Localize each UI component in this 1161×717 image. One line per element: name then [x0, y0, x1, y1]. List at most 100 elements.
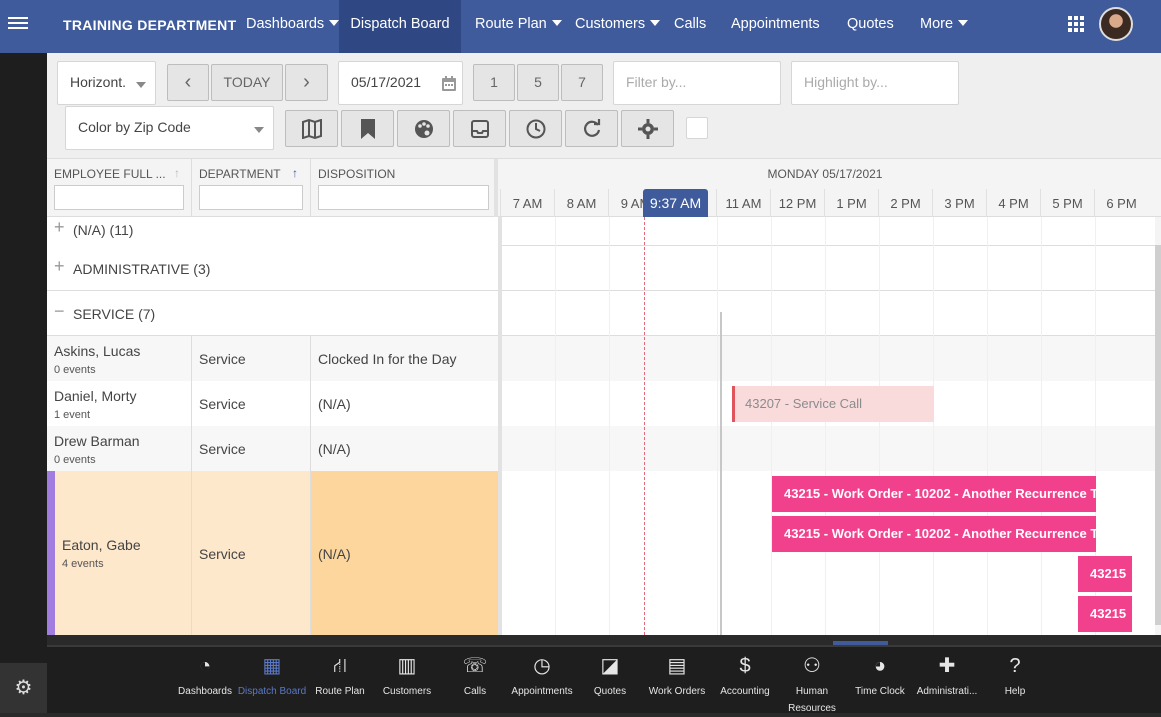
- employee-row[interactable]: Daniel, Morty 1 event Service (N/A): [47, 381, 498, 426]
- palette-button[interactable]: [397, 110, 450, 147]
- column-disposition-label: DISPOSITION: [318, 167, 396, 181]
- column-disposition[interactable]: DISPOSITION: [311, 159, 498, 218]
- bottom-nav-dashboards[interactable]: ◔ Dashboards: [170, 647, 240, 715]
- settings-button[interactable]: [621, 110, 674, 147]
- bottom-nav-human-resources[interactable]: ⚇ Human Resources: [777, 647, 847, 715]
- highlight-placeholder: Highlight by...: [804, 74, 888, 90]
- chevron-down-icon: [958, 20, 969, 26]
- bottom-nav-label: Accounting: [720, 686, 770, 697]
- timeline-pane: 43207 - Service Call 43215 - Work Order …: [502, 217, 1161, 635]
- department-filter-input[interactable]: [199, 185, 303, 210]
- employee-name: Drew Barman: [54, 433, 140, 449]
- nav-route-plan[interactable]: Route Plan: [475, 0, 562, 53]
- hour-label: 5 PM: [1040, 189, 1094, 218]
- 5-day-button[interactable]: 5: [517, 64, 559, 101]
- column-employee-label: EMPLOYEE FULL ...: [54, 167, 166, 181]
- bottom-nav-administration[interactable]: ✚ Administrati...: [912, 647, 982, 715]
- employee-row[interactable]: Askins, Lucas 0 events Service Clocked I…: [47, 336, 498, 381]
- department-value: Service: [199, 546, 246, 562]
- bottom-nav-quotes[interactable]: ◪ Quotes: [575, 647, 645, 715]
- filter-input[interactable]: Filter by...: [613, 61, 781, 105]
- 1-day-button[interactable]: 1: [473, 64, 515, 101]
- department-cell: Service: [192, 381, 311, 426]
- prev-day-button[interactable]: ‹: [167, 64, 209, 101]
- hour-label: 3 PM: [932, 189, 986, 218]
- bottom-nav-label: Administrati...: [916, 686, 978, 697]
- sort-arrow-icon[interactable]: ↑: [292, 166, 298, 180]
- employee-filter-input[interactable]: [54, 185, 184, 210]
- refresh-button[interactable]: [565, 110, 618, 147]
- user-avatar[interactable]: [1099, 7, 1133, 41]
- hour-gridline: [555, 217, 556, 635]
- disposition-cell: Clocked In for the Day: [311, 336, 498, 381]
- color-by-select[interactable]: Color by Zip Code: [65, 106, 274, 150]
- dispatch-grid: + (N/A) (11) + ADMINISTRATIVE (3) − SERV…: [47, 217, 1161, 635]
- brand-title[interactable]: TRAINING DEPARTMENT: [63, 17, 236, 33]
- disposition-value: (N/A): [318, 441, 351, 457]
- group-label: ADMINISTRATIVE (3): [73, 261, 211, 277]
- expand-icon[interactable]: +: [54, 217, 65, 238]
- bottom-nav-label: Route Plan: [315, 686, 365, 697]
- highlight-input[interactable]: Highlight by...: [791, 61, 959, 105]
- nav-quotes-label: Quotes: [847, 16, 894, 32]
- nav-dashboards[interactable]: Dashboards: [246, 0, 340, 53]
- nav-quotes[interactable]: Quotes: [847, 0, 894, 53]
- history-button[interactable]: [509, 110, 562, 147]
- employee-row-highlighted[interactable]: Eaton, Gabe 4 events Service (N/A): [47, 471, 498, 635]
- group-row-administrative[interactable]: + ADMINISTRATIVE (3): [47, 246, 498, 291]
- vertical-scrollbar[interactable]: [1155, 217, 1161, 635]
- inbox-button[interactable]: [453, 110, 506, 147]
- hour-gridline: [825, 217, 826, 635]
- layout-select[interactable]: Horizont.: [57, 61, 156, 105]
- work-order-event[interactable]: 43215 - Work Order - 10202 - Another Rec…: [772, 516, 1096, 552]
- calendar-icon[interactable]: [442, 76, 456, 91]
- column-department[interactable]: DEPARTMENT ↑: [192, 159, 311, 218]
- nav-dispatch-board[interactable]: Dispatch Board: [339, 0, 461, 53]
- apps-grid-icon[interactable]: [1068, 16, 1084, 32]
- settings-gear-icon[interactable]: ⚙: [0, 663, 47, 713]
- nav-more[interactable]: More: [920, 0, 969, 53]
- expand-icon[interactable]: +: [54, 256, 65, 277]
- date-picker[interactable]: 05/17/2021: [338, 61, 463, 105]
- toolbar: Horizont. ‹ TODAY › 05/17/2021 1 5 7 Fil…: [47, 53, 1161, 158]
- bottom-nav-customers[interactable]: ▥ Customers: [372, 647, 442, 715]
- hamburger-menu-icon[interactable]: [8, 14, 28, 34]
- bottom-nav-appointments[interactable]: ◷ Appointments: [507, 647, 577, 715]
- service-call-event[interactable]: 43207 - Service Call: [732, 386, 934, 422]
- employee-cell: Drew Barman 0 events: [47, 426, 192, 471]
- bottom-nav-time-clock[interactable]: ◕ Time Clock: [845, 647, 915, 715]
- timeline-row: [502, 291, 1161, 336]
- chevron-down-icon: [329, 20, 340, 26]
- group-row-service[interactable]: − SERVICE (7): [47, 291, 498, 336]
- scrollbar-thumb[interactable]: [1155, 245, 1161, 625]
- bottom-nav-accounting[interactable]: $ Accounting: [710, 647, 780, 715]
- map-button[interactable]: [285, 110, 338, 147]
- today-button[interactable]: TODAY: [211, 64, 283, 101]
- disposition-filter-input[interactable]: [318, 185, 489, 210]
- work-order-event[interactable]: 43215: [1078, 596, 1132, 632]
- next-day-button[interactable]: ›: [285, 64, 328, 101]
- bottom-nav-help[interactable]: ? Help: [980, 647, 1050, 715]
- 7-day-button[interactable]: 7: [561, 64, 603, 101]
- bottom-nav-route-plan[interactable]: ⛙ Route Plan: [305, 647, 375, 715]
- employee-row[interactable]: Drew Barman 0 events Service (N/A): [47, 426, 498, 471]
- hour-gridline: [717, 217, 718, 635]
- bottom-nav-calls[interactable]: ☏ Calls: [440, 647, 510, 715]
- layout-select-value: Horizont.: [70, 74, 127, 90]
- bottom-nav-dispatch-board[interactable]: ▦ Dispatch Board: [237, 647, 307, 715]
- bottom-nav-work-orders[interactable]: ▤ Work Orders: [642, 647, 712, 715]
- nav-appointments-label: Appointments: [731, 16, 820, 32]
- filter-placeholder: Filter by...: [626, 74, 687, 90]
- collapse-icon[interactable]: −: [54, 301, 65, 322]
- work-order-event[interactable]: 43215 - Work Order - 10202 - Another Rec…: [772, 476, 1096, 512]
- column-employee[interactable]: EMPLOYEE FULL ... ↑: [47, 159, 192, 218]
- toggle-checkbox[interactable]: [686, 117, 708, 139]
- nav-appointments[interactable]: Appointments: [731, 0, 820, 53]
- hour-gridline: [1041, 217, 1042, 635]
- bookmark-button[interactable]: [341, 110, 394, 147]
- nav-calls[interactable]: Calls: [674, 0, 706, 53]
- work-order-event[interactable]: 43215: [1078, 556, 1132, 592]
- phone-icon: ☏: [462, 655, 488, 677]
- nav-customers[interactable]: Customers: [575, 0, 661, 53]
- sort-arrow-icon[interactable]: ↑: [174, 166, 180, 180]
